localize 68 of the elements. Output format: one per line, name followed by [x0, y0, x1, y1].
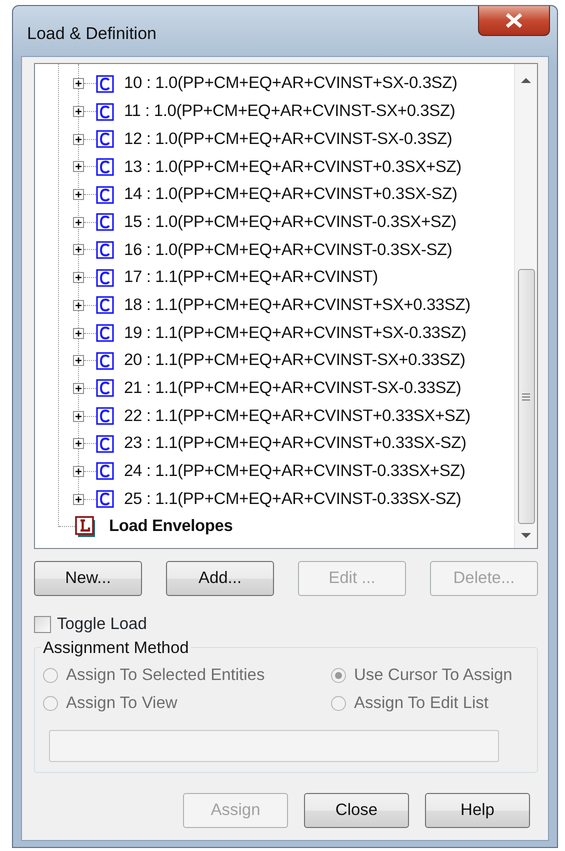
expand-toggle[interactable] [73, 355, 84, 366]
scroll-down-icon[interactable] [520, 532, 532, 540]
expand-toggle[interactable] [73, 300, 84, 311]
tree-item[interactable]: 19 : 1.1(PP+CM+EQ+AR+CVINST+SX-0.33SZ) [124, 320, 466, 346]
tree-item[interactable]: 15 : 1.0(PP+CM+EQ+AR+CVINST-0.3SX+SZ) [124, 210, 456, 235]
load-envelope-icon [75, 516, 97, 538]
tree-item[interactable]: 11 : 1.0(PP+CM+EQ+AR+CVINST-SX+0.3SZ) [124, 99, 456, 124]
radio-label: Assign To Selected Entities [66, 665, 265, 686]
scroll-up-icon[interactable] [520, 76, 532, 84]
tree-item[interactable]: 24 : 1.1(PP+CM+EQ+AR+CVINST-0.33SX+SZ) [124, 459, 466, 484]
expand-toggle[interactable] [73, 78, 84, 90]
tree-item[interactable]: 14 : 1.0(PP+CM+EQ+AR+CVINST+0.3SX-SZ) [124, 182, 458, 207]
tree-item[interactable]: 17 : 1.1(PP+CM+EQ+AR+CVINST) [124, 265, 378, 290]
expand-toggle[interactable] [73, 382, 84, 394]
radio-label: Assign To View [66, 693, 178, 714]
expand-toggle[interactable] [73, 466, 84, 477]
expand-toggle[interactable] [73, 189, 84, 200]
load-combination-icon [96, 434, 114, 453]
tree-item[interactable]: 20 : 1.1(PP+CM+EQ+AR+CVINST-SX+0.33SZ) [124, 348, 466, 374]
expand-toggle[interactable] [73, 438, 84, 450]
window-title: Load & Definition [26, 23, 156, 46]
expand-toggle[interactable] [73, 161, 84, 172]
grip-icon [522, 392, 530, 400]
load-combination-icon [96, 186, 114, 204]
load-combination-icon [96, 490, 114, 508]
tree-item[interactable]: 18 : 1.1(PP+CM+EQ+AR+CVINST+SX+0.33SZ) [124, 292, 470, 318]
checkbox[interactable] [34, 616, 51, 633]
radio-label: Use Cursor To Assign [354, 665, 512, 686]
tree-item[interactable]: Load Envelopes [109, 514, 233, 540]
expand-toggle[interactable] [73, 494, 84, 505]
load-combination-icon [96, 462, 114, 480]
close-icon [505, 13, 523, 28]
load-combination-icon [96, 74, 114, 93]
expand-toggle[interactable] [73, 106, 84, 118]
radio-label: Assign To Edit List [354, 693, 489, 714]
tree-action-button[interactable]: Add... [166, 561, 274, 596]
expand-toggle[interactable] [73, 244, 84, 256]
scroll-thumb[interactable] [518, 269, 534, 524]
tree-item[interactable]: 25 : 1.1(PP+CM+EQ+AR+CVINST-0.33SX-SZ) [124, 486, 462, 512]
checkbox-label: Toggle Load [57, 614, 147, 635]
load-combination-icon [96, 130, 114, 148]
tree-action-button[interactable]: New... [34, 561, 142, 596]
scrollbar[interactable] [514, 64, 537, 548]
expand-toggle[interactable] [73, 272, 84, 284]
load-combination-icon [96, 407, 114, 426]
expand-toggle[interactable] [73, 216, 84, 228]
load-combination-icon [96, 268, 114, 287]
load-combination-icon [96, 240, 114, 259]
load-combination-icon [96, 102, 114, 121]
load-combination-icon [96, 379, 114, 398]
tree-item[interactable]: 23 : 1.1(PP+CM+EQ+AR+CVINST+0.33SX-SZ) [124, 431, 466, 456]
expand-toggle[interactable] [73, 328, 84, 339]
tree-item[interactable]: 12 : 1.0(PP+CM+EQ+AR+CVINST-SX-0.3SZ) [124, 126, 452, 152]
load-combination-icon [96, 213, 114, 232]
tree-item[interactable]: 22 : 1.1(PP+CM+EQ+AR+CVINST+0.33SX+SZ) [124, 404, 470, 428]
load-combination-icon [96, 324, 114, 342]
tree-item[interactable]: 10 : 1.0(PP+CM+EQ+AR+CVINST+SX-0.3SZ) [124, 71, 458, 96]
load-combination-icon [96, 352, 114, 370]
expand-toggle[interactable] [73, 410, 84, 422]
dialog-button[interactable]: Close [304, 792, 409, 828]
load-combination-icon [96, 296, 114, 314]
load-combination-icon [96, 158, 114, 176]
tree-item[interactable]: 16 : 1.0(PP+CM+EQ+AR+CVINST-0.3SX-SZ) [124, 238, 452, 262]
tree-item[interactable]: 13 : 1.0(PP+CM+EQ+AR+CVINST+0.3SX+SZ) [124, 154, 462, 180]
tree-item[interactable]: 21 : 1.1(PP+CM+EQ+AR+CVINST-SX-0.33SZ) [124, 376, 462, 401]
dialog-button[interactable]: Help [425, 792, 530, 828]
expand-toggle[interactable] [73, 134, 84, 145]
close-button[interactable] [478, 6, 550, 36]
